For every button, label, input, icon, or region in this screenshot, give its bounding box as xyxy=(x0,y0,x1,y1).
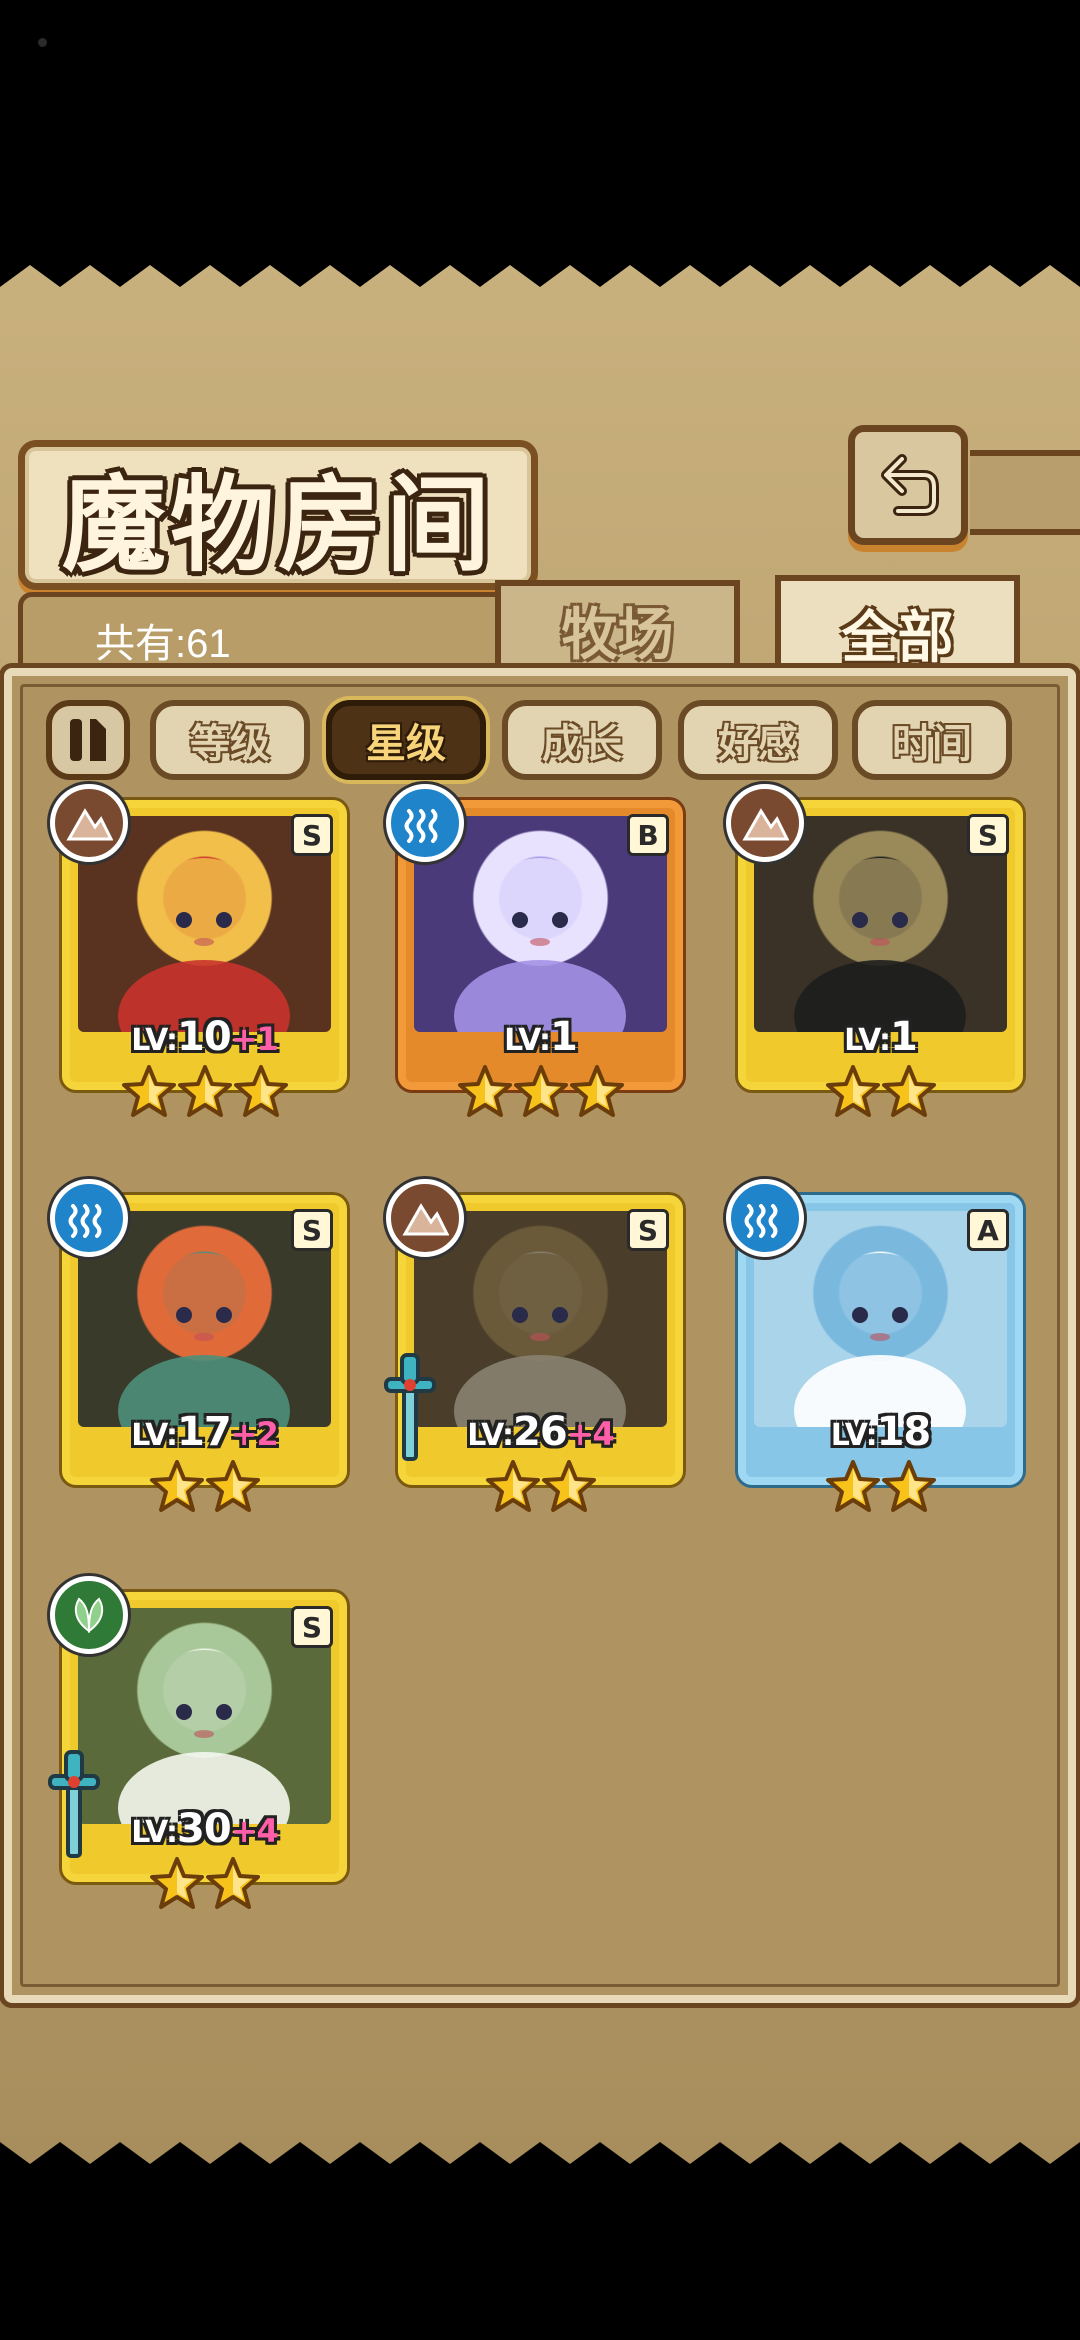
star-icon xyxy=(205,1460,260,1512)
star-icon xyxy=(149,1460,204,1512)
earth-element-icon xyxy=(742,808,789,841)
torn-edge-top xyxy=(0,257,1080,287)
monster-level: LV:10+1 xyxy=(62,1014,347,1060)
star-icon xyxy=(881,1460,936,1512)
water-element-icon xyxy=(744,1204,778,1238)
level-prefix: LV: xyxy=(131,1815,178,1850)
star-icon xyxy=(513,1065,568,1117)
earth-element-icon xyxy=(66,808,113,841)
level-value: 1 xyxy=(550,1014,578,1060)
monster-level: LV:1 xyxy=(738,1014,1023,1060)
star-icon xyxy=(121,1065,176,1117)
weapon-equipped-icon xyxy=(48,1750,100,1858)
star-rating xyxy=(738,1064,1023,1120)
page-title: 魔物房间 xyxy=(61,462,494,586)
title-plate: 魔物房间 xyxy=(18,440,538,590)
rank-badge: S xyxy=(291,814,333,856)
element-badge xyxy=(50,1576,128,1654)
element-badge xyxy=(726,1179,804,1257)
star-icon xyxy=(205,1857,260,1909)
monster-card[interactable]: A LV:18 xyxy=(726,1179,1023,1515)
star-icon xyxy=(485,1460,540,1512)
monster-level: LV:30+4 xyxy=(62,1806,347,1852)
collection-count-bar: 共有:61 xyxy=(18,592,518,670)
pause-icon xyxy=(70,719,106,761)
monster-level: LV:17+2 xyxy=(62,1409,347,1455)
sort-by-affection-button[interactable]: 好感 xyxy=(678,700,838,780)
level-value: 26 xyxy=(513,1409,568,1455)
earth-element-icon xyxy=(402,1203,449,1236)
level-value: 30 xyxy=(177,1806,232,1852)
rank-badge: S xyxy=(291,1209,333,1251)
collection-count: 共有:61 xyxy=(95,622,231,666)
rank-badge: S xyxy=(627,1209,669,1251)
monster-level: LV:18 xyxy=(738,1409,1023,1455)
star-icon xyxy=(825,1065,880,1117)
star-rating xyxy=(738,1459,1023,1515)
level-bonus: +2 xyxy=(230,1415,279,1453)
level-value: 1 xyxy=(890,1014,918,1060)
wood-element-icon xyxy=(74,1597,104,1633)
star-rating xyxy=(62,1856,347,1912)
rank-badge: B xyxy=(627,814,669,856)
star-icon xyxy=(177,1065,232,1117)
star-rating xyxy=(62,1459,347,1515)
monster-level: LV:26+4 xyxy=(398,1409,683,1455)
level-bonus: +4 xyxy=(230,1812,279,1850)
return-arrow-icon xyxy=(881,454,939,516)
tab-ranch[interactable]: 牧场 xyxy=(495,580,740,675)
sort-by-star-button[interactable]: 星级 xyxy=(326,700,486,780)
weapon-equipped-icon xyxy=(384,1353,436,1461)
status-bar-dot xyxy=(38,38,47,47)
monster-card[interactable]: S LV:1 xyxy=(726,784,1023,1120)
level-prefix: LV: xyxy=(830,1418,878,1453)
level-prefix: LV: xyxy=(467,1418,514,1453)
level-prefix: LV: xyxy=(131,1023,178,1058)
monster-card[interactable]: S LV:30+4 xyxy=(48,1576,347,1912)
sort-by-level-button[interactable]: 等级 xyxy=(150,700,310,780)
level-prefix: LV: xyxy=(131,1418,178,1453)
pause-button[interactable] xyxy=(46,700,130,780)
star-icon xyxy=(825,1460,880,1512)
water-element-icon xyxy=(68,1204,102,1238)
level-prefix: LV: xyxy=(844,1023,891,1058)
element-badge xyxy=(386,784,464,862)
monster-card[interactable]: B LV:1 xyxy=(386,784,683,1120)
star-icon xyxy=(457,1065,512,1117)
star-icon xyxy=(569,1065,624,1117)
rank-badge: S xyxy=(967,814,1009,856)
sort-by-growth-button[interactable]: 成长 xyxy=(502,700,662,780)
level-value: 18 xyxy=(876,1409,932,1455)
star-icon xyxy=(881,1065,936,1117)
level-bonus: +1 xyxy=(230,1020,279,1058)
star-rating xyxy=(398,1459,683,1515)
star-rating xyxy=(398,1064,683,1120)
star-icon xyxy=(233,1065,288,1117)
sort-by-time-button[interactable]: 时间 xyxy=(852,700,1012,780)
monster-card[interactable]: S LV:26+4 xyxy=(384,1179,683,1515)
monster-card[interactable]: S LV:10+1 xyxy=(50,784,347,1120)
star-icon xyxy=(149,1857,204,1909)
element-badge xyxy=(726,784,804,862)
monster-card[interactable]: S LV:17+2 xyxy=(50,1179,347,1515)
element-badge xyxy=(50,784,128,862)
torn-edge-bottom xyxy=(0,2142,1080,2172)
level-value: 10 xyxy=(177,1014,232,1060)
rank-badge: S xyxy=(291,1606,333,1648)
level-value: 17 xyxy=(177,1409,232,1455)
element-badge xyxy=(386,1179,464,1257)
level-prefix: LV: xyxy=(504,1023,551,1058)
monster-level: LV:1 xyxy=(398,1014,683,1060)
rank-badge: A xyxy=(967,1209,1009,1251)
star-rating xyxy=(62,1064,347,1120)
back-button-rail xyxy=(970,450,1080,535)
level-bonus: +4 xyxy=(566,1415,615,1453)
water-element-icon xyxy=(404,809,438,843)
element-badge xyxy=(50,1179,128,1257)
back-button[interactable] xyxy=(848,425,968,545)
star-icon xyxy=(541,1460,596,1512)
